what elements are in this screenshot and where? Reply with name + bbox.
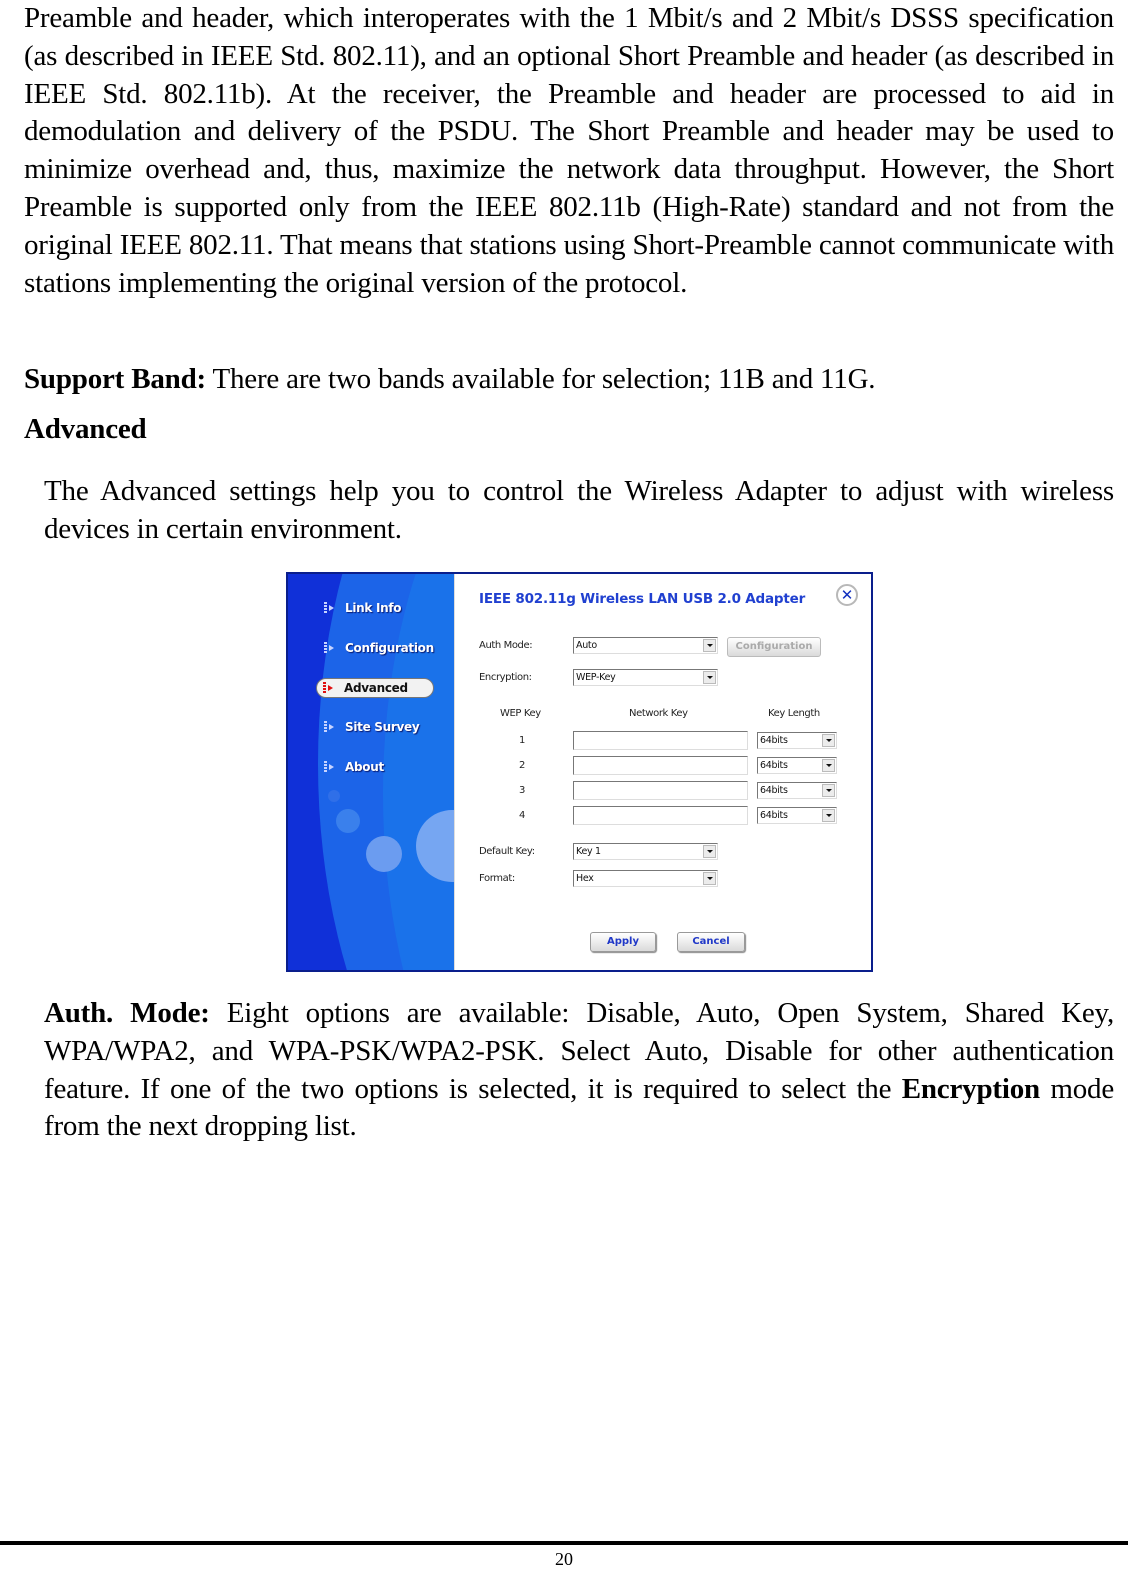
- sidebar-item-configuration[interactable]: Configuration: [324, 638, 434, 658]
- wep-key-index: 2: [519, 760, 525, 771]
- support-band-term: Support Band:: [24, 363, 206, 395]
- key-length-select-3[interactable]: 64bits: [757, 782, 837, 799]
- advanced-intro-paragraph: The Advanced settings help you to contro…: [44, 475, 1114, 545]
- wep-key-index: 1: [519, 735, 525, 746]
- format-value: Hex: [576, 873, 594, 884]
- network-key-input-1[interactable]: [573, 731, 748, 750]
- advanced-heading: Advanced: [24, 413, 147, 445]
- sidebar-item-label: Link Info: [345, 601, 402, 615]
- decor-bubble: [336, 809, 360, 833]
- key-length-header: Key Length: [768, 708, 820, 719]
- configuration-button[interactable]: Configuration: [727, 637, 821, 657]
- format-select[interactable]: Hex: [573, 870, 718, 887]
- dialog-sidebar: Link Info Configuration Advanced Site Su…: [288, 574, 454, 970]
- sidebar-item-label: About: [345, 760, 384, 774]
- decor-bubble: [328, 790, 340, 802]
- auth-mode-value: Auto: [576, 640, 597, 651]
- chevron-down-icon: [703, 845, 716, 858]
- chevron-down-icon: [822, 784, 835, 797]
- chevron-down-icon: [822, 809, 835, 822]
- sidebar-item-label: Advanced: [344, 681, 408, 695]
- encryption-value: WEP-Key: [576, 672, 616, 683]
- chevron-down-icon: [703, 639, 716, 652]
- network-key-input-4[interactable]: [573, 806, 748, 825]
- default-key-value: Key 1: [576, 846, 601, 857]
- sidebar-item-link-info[interactable]: Link Info: [324, 598, 402, 618]
- close-x-icon[interactable]: ✕: [836, 584, 858, 606]
- page-number: 20: [555, 1549, 573, 1569]
- footer-divider: [0, 1541, 1128, 1545]
- network-key-input-2[interactable]: [573, 756, 748, 775]
- sidebar-item-advanced[interactable]: Advanced: [316, 678, 434, 698]
- encryption-select[interactable]: WEP-Key: [573, 669, 718, 686]
- encryption-term: Encryption: [901, 1072, 1040, 1105]
- auth-mode-paragraph: Auth. Mode: Eight options are available:…: [44, 995, 1114, 1146]
- wep-key-index: 4: [519, 810, 525, 821]
- dialog-title: IEEE 802.11g Wireless LAN USB 2.0 Adapte…: [479, 591, 806, 607]
- sidebar-item-about[interactable]: About: [324, 757, 384, 777]
- nav-arrow-icon: [324, 642, 338, 654]
- key-length-value: 64bits: [760, 810, 788, 821]
- wep-key-header: WEP Key: [500, 708, 541, 719]
- preamble-paragraph: Preamble and header, which interoperates…: [24, 2, 1114, 299]
- key-length-select-1[interactable]: 64bits: [757, 732, 837, 749]
- support-band-paragraph: Support Band: There are two bands availa…: [24, 359, 1114, 399]
- support-band-text: There are two bands available for select…: [205, 363, 876, 395]
- nav-arrow-icon: [324, 761, 338, 773]
- chevron-down-icon: [822, 759, 835, 772]
- chevron-down-icon: [822, 734, 835, 747]
- nav-arrow-icon: [324, 721, 338, 733]
- network-key-header: Network Key: [629, 708, 688, 719]
- key-length-value: 64bits: [760, 785, 788, 796]
- key-length-value: 64bits: [760, 735, 788, 746]
- network-key-input-3[interactable]: [573, 781, 748, 800]
- apply-button[interactable]: Apply: [590, 932, 656, 952]
- encryption-label: Encryption:: [479, 672, 532, 683]
- default-key-select[interactable]: Key 1: [573, 843, 718, 860]
- auth-mode-select[interactable]: Auto: [573, 637, 718, 654]
- key-length-select-2[interactable]: 64bits: [757, 757, 837, 774]
- chevron-down-icon: [703, 671, 716, 684]
- key-length-value: 64bits: [760, 760, 788, 771]
- auth-mode-label: Auth Mode:: [479, 640, 533, 651]
- key-length-select-4[interactable]: 64bits: [757, 807, 837, 824]
- chevron-down-icon: [703, 872, 716, 885]
- sidebar-item-label: Site Survey: [345, 720, 420, 734]
- nav-arrow-icon-active: [323, 682, 337, 694]
- sidebar-item-site-survey[interactable]: Site Survey: [324, 717, 420, 737]
- decor-bubble: [366, 836, 402, 872]
- nav-arrow-icon: [324, 602, 338, 614]
- cancel-button[interactable]: Cancel: [677, 932, 745, 952]
- sidebar-item-label: Configuration: [345, 641, 434, 655]
- auth-mode-term: Auth. Mode:: [44, 997, 210, 1029]
- dialog-main-panel: IEEE 802.11g Wireless LAN USB 2.0 Adapte…: [454, 574, 871, 970]
- advanced-settings-screenshot: Link Info Configuration Advanced Site Su…: [286, 572, 873, 972]
- format-label: Format:: [479, 873, 515, 884]
- wep-key-index: 3: [519, 785, 525, 796]
- default-key-label: Default Key:: [479, 846, 535, 857]
